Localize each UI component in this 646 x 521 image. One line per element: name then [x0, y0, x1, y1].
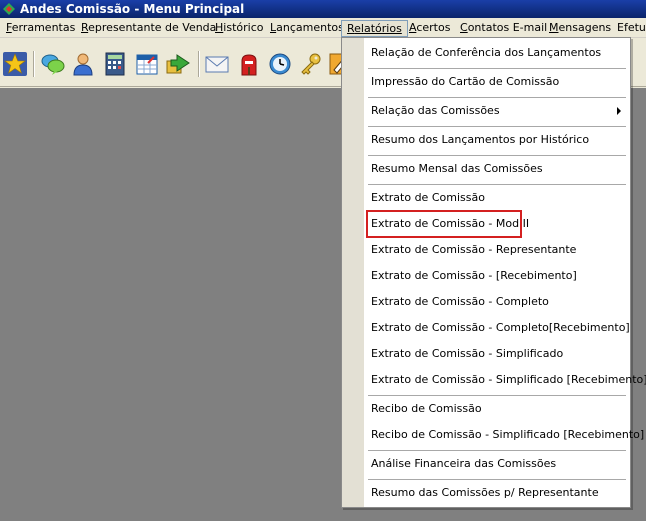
menu-item-resumo-mensal-comissoes[interactable]: Resumo Mensal das Comissões [371, 162, 543, 176]
menu-relatorios[interactable]: Relatórios [341, 20, 408, 37]
window-titlebar: Andes Comissão - Menu Principal [0, 0, 646, 18]
menu-item-extrato-comissao-representante[interactable]: Extrato de Comissão - Representante [371, 243, 576, 257]
menu-item-extrato-comissao-recebimento[interactable]: Extrato de Comissão - [Recebimento] [371, 269, 577, 283]
menu-efetua[interactable]: Efetua [612, 20, 646, 37]
menu-item-extrato-comissao-completo[interactable]: Extrato de Comissão - Completo [371, 295, 549, 309]
menu-item-resumo-lancamentos-historico[interactable]: Resumo dos Lançamentos por Histórico [371, 133, 589, 147]
menu-contatos-email[interactable]: Contatos E-mail [455, 20, 552, 37]
menu-separator [368, 184, 626, 185]
menu-ferramentas[interactable]: Ferramentas [1, 20, 80, 37]
chat-bubbles-icon[interactable] [40, 51, 66, 77]
menu-item-extrato-comissao-simplificado[interactable]: Extrato de Comissão - Simplificado [371, 347, 563, 361]
menu-item-analise-financeira-comissoes[interactable]: Análise Financeira das Comissões [371, 457, 556, 471]
toolbar-separator [33, 51, 35, 77]
menu-item-extrato-comissao-completo-recebimento[interactable]: Extrato de Comissão - Completo[Recebimen… [371, 321, 630, 335]
menu-mensagens[interactable]: Mensagens [544, 20, 616, 37]
menu-item-extrato-comissao-simplificado-recebimento[interactable]: Extrato de Comissão - Simplificado [Rece… [371, 373, 646, 387]
window-title: Andes Comissão - Menu Principal [20, 2, 245, 16]
menu-item-recibo-comissao-simplificado-recebimento[interactable]: Recibo de Comissão - Simplificado [Receb… [371, 428, 644, 442]
transfer-icon[interactable] [165, 51, 191, 77]
menu-acertos[interactable]: Acertos [404, 20, 455, 37]
submenu-arrow-icon [617, 107, 621, 115]
app-logo-icon [3, 3, 15, 15]
toolbar-separator [198, 51, 200, 77]
highlight-box [366, 210, 522, 238]
menu-representante-de-venda[interactable]: Representante de Venda [76, 20, 221, 37]
menu-separator [368, 126, 626, 127]
relatorios-dropdown-menu: Relação de Conferência dos Lançamentos I… [341, 37, 646, 508]
menu-separator [368, 68, 626, 69]
menu-lancamentos[interactable]: Lançamentos [265, 20, 349, 37]
menu-item-resumo-comissoes-representante[interactable]: Resumo das Comissões p/ Representante [371, 486, 599, 500]
menu-bar: Ferramentas Representante de Venda Histó… [0, 18, 646, 38]
star-icon[interactable] [2, 51, 28, 77]
menu-gutter [342, 38, 364, 507]
menu-historico[interactable]: Histórico [210, 20, 268, 37]
menu-separator [368, 97, 626, 98]
menu-item-extrato-comissao[interactable]: Extrato de Comissão [371, 191, 485, 205]
user-icon[interactable] [70, 51, 96, 77]
envelope-icon[interactable] [204, 51, 230, 77]
menu-separator [368, 450, 626, 451]
menu-separator [368, 395, 626, 396]
menu-item-recibo-comissao[interactable]: Recibo de Comissão [371, 402, 482, 416]
menu-separator [368, 479, 626, 480]
menu-separator [368, 155, 626, 156]
clock-icon[interactable] [267, 51, 293, 77]
mailbox-icon[interactable] [236, 51, 262, 77]
key-icon[interactable] [298, 51, 324, 77]
menu-item-impressao-cartao-comissao[interactable]: Impressão do Cartão de Comissão [371, 75, 559, 89]
menu-item-relacao-comissoes[interactable]: Relação das Comissões [371, 104, 500, 118]
calendar-icon[interactable] [134, 51, 160, 77]
menu-item-relacao-conferencia-lancamentos[interactable]: Relação de Conferência dos Lançamentos [371, 46, 601, 60]
calculator-icon[interactable] [102, 51, 128, 77]
